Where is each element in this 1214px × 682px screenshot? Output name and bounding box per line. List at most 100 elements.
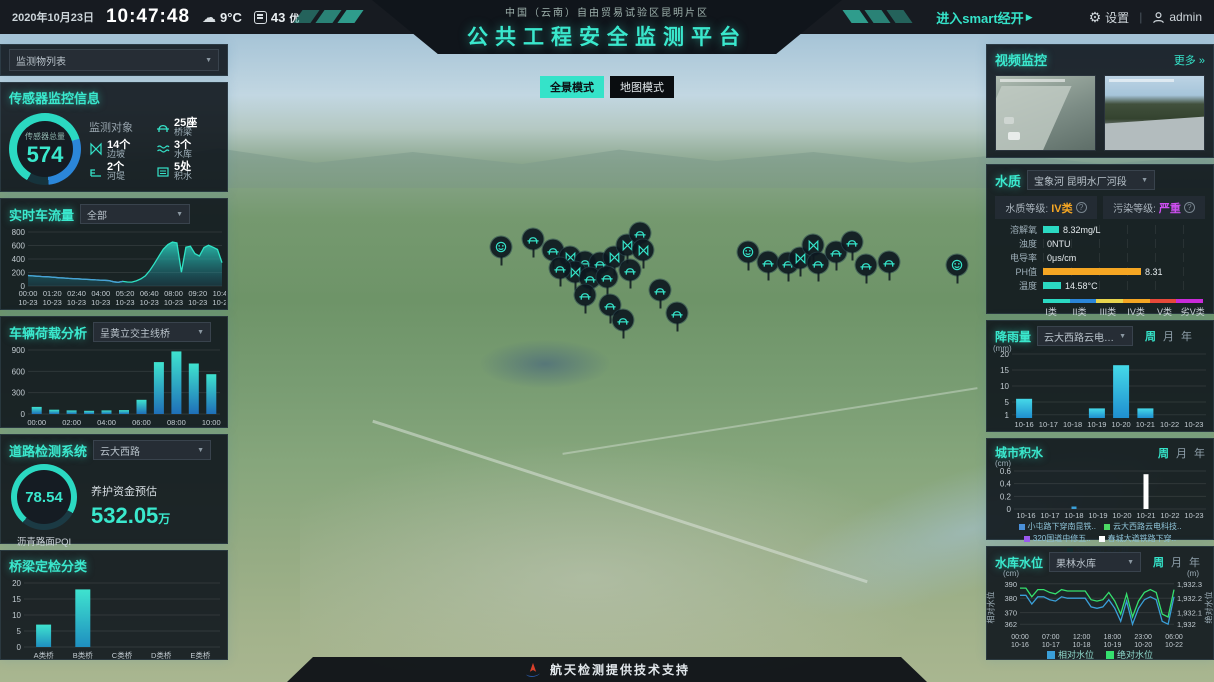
water-metric-rows: 溶解氧 8.32mg/L浊度 0NTU电导率 0μs/cmPH值 8.31温度 …	[987, 223, 1213, 292]
svg-text:20: 20	[12, 579, 21, 588]
reservoir-icon	[156, 142, 170, 156]
map-marker-bridge[interactable]	[523, 229, 544, 250]
map-marker-bridge[interactable]	[842, 232, 863, 253]
budget-label: 养护资金预估	[91, 483, 170, 499]
bridge-icon	[604, 299, 617, 312]
status-face-icon	[951, 259, 964, 272]
traffic-filter-dropdown[interactable]: 全部 ▼	[80, 204, 190, 224]
svg-text:E类桥: E类桥	[190, 650, 211, 660]
map-marker-bridge[interactable]	[879, 252, 900, 273]
map-marker-bridge[interactable]	[758, 252, 779, 273]
reservoir-tab-1[interactable]: 月	[1171, 554, 1182, 570]
svg-text:10-18: 10-18	[1073, 642, 1091, 648]
svg-text:08:00: 08:00	[164, 289, 183, 298]
panel-title: 桥梁定检分类	[9, 556, 87, 575]
svg-text:10-23: 10-23	[43, 298, 62, 307]
view-mode-switch: 全景模式 地图模式	[540, 76, 674, 98]
bridge-icon	[601, 271, 614, 284]
svg-text:10-21: 10-21	[1136, 420, 1155, 429]
water-metric-row: 溶解氧 8.32mg/L	[995, 223, 1205, 236]
map-marker-bridge[interactable]	[856, 255, 877, 276]
svg-text:18:00: 18:00	[1104, 634, 1122, 641]
clock: 10:47:48	[106, 6, 190, 28]
settings-button[interactable]: ⚙ 设置	[1089, 9, 1130, 26]
sensor-total-donut: 传感器总量 574	[9, 113, 81, 185]
panel-title: 道路检测系统	[9, 441, 87, 460]
reservoir-tab-2[interactable]: 年	[1189, 554, 1200, 570]
svg-text:5: 5	[17, 627, 22, 636]
monitored-object-item: 5处积水	[156, 162, 219, 181]
info-icon[interactable]: ?	[1076, 202, 1087, 213]
reservoir-dropdown[interactable]: 果林水库 ▼	[1049, 552, 1141, 572]
platform-title: 公共工程安全监测平台	[467, 21, 747, 51]
reservoir-line-chart: 3901,932.33801,932.23701,932.13621,93200…	[987, 574, 1213, 648]
monitor-list-dropdown[interactable]: 监测物列表 ▼	[9, 49, 219, 71]
chevron-down-icon: ▼	[1127, 559, 1134, 566]
rain-period-tabs: 周月年	[1145, 328, 1192, 344]
road-dropdown[interactable]: 云大西路 ▼	[93, 440, 211, 460]
divider: |	[1139, 10, 1142, 24]
water-source-dropdown[interactable]: 宝象河 昆明水厂河段 ▼	[1027, 170, 1155, 190]
rain-tab-0[interactable]: 周	[1145, 328, 1156, 344]
waterlog-tab-2[interactable]: 年	[1194, 445, 1205, 461]
lake	[480, 340, 610, 388]
svg-text:00:00: 00:00	[1011, 634, 1029, 641]
map-marker-bridge[interactable]	[550, 258, 571, 279]
map-mode-button[interactable]: 地图模式	[610, 76, 674, 98]
svg-text:0.2: 0.2	[1000, 492, 1012, 501]
video-monitor-panel: 视频监控 更多 »	[986, 44, 1214, 158]
waterlog-tab-0[interactable]: 周	[1158, 445, 1169, 461]
map-marker-bridge[interactable]	[650, 280, 671, 301]
map-marker-bridge[interactable]	[620, 260, 641, 281]
svg-text:12:00: 12:00	[1073, 634, 1091, 641]
svg-text:1,932.2: 1,932.2	[1177, 594, 1202, 603]
water-metric-row: PH值 8.31	[995, 265, 1205, 278]
map-marker-face[interactable]	[947, 255, 968, 276]
map-marker-bridge[interactable]	[613, 310, 634, 331]
enter-smart-link[interactable]: 进入smart经开 ▶	[936, 8, 1032, 27]
svg-text:10-23: 10-23	[188, 298, 207, 307]
rain-station-dropdown[interactable]: 云大西路云电科技 ▼	[1037, 326, 1133, 346]
svg-text:800: 800	[12, 228, 26, 237]
svg-text:1: 1	[1005, 411, 1010, 420]
monitor-list-label: 监测物列表	[16, 53, 66, 68]
rain-tab-1[interactable]: 月	[1163, 328, 1174, 344]
video-thumbnail-hillside[interactable]	[1104, 75, 1205, 151]
bridge-icon	[654, 284, 667, 297]
svg-text:23:00: 23:00	[1134, 634, 1152, 641]
panel-title: 水质	[995, 171, 1021, 190]
map-marker-face[interactable]	[738, 242, 759, 263]
video-thumbnail-road[interactable]	[995, 75, 1096, 151]
map-marker-bridge[interactable]	[575, 285, 596, 306]
tech-support-label: 航天检测提供技术支持	[550, 661, 690, 678]
slope-icon	[637, 244, 649, 256]
map-marker-slope[interactable]	[633, 240, 654, 261]
load-bridge-dropdown[interactable]: 呈黄立交主线桥 ▼	[93, 322, 211, 342]
panel-title: 车辆荷载分析	[9, 323, 87, 342]
map-marker-bridge[interactable]	[667, 303, 688, 324]
user-menu[interactable]: admin	[1152, 10, 1202, 24]
map-marker-bridge[interactable]	[597, 267, 618, 288]
load-bridge-value: 呈黄立交主线桥	[100, 325, 170, 340]
bridge-class-bar-chart: 05101520A类桥B类桥C类桥D类桥E类桥	[1, 577, 227, 661]
svg-text:10-19: 10-19	[1088, 511, 1107, 520]
waterlog-tab-1[interactable]: 月	[1176, 445, 1187, 461]
bridge-inspection-panel: 桥梁定检分类 05101520A类桥B类桥C类桥D类桥E类桥	[0, 550, 228, 660]
bridge-icon	[527, 233, 540, 246]
rain-tab-2[interactable]: 年	[1181, 328, 1192, 344]
bridge-icon	[762, 256, 775, 269]
water-grade-badge: 水质等级: IV类 ?	[995, 196, 1097, 219]
reservoir-tab-0[interactable]: 周	[1153, 554, 1164, 570]
chevron-down-icon: ▼	[197, 329, 204, 336]
svg-text:10-20: 10-20	[1112, 511, 1131, 520]
panorama-mode-button[interactable]: 全景模式	[540, 76, 604, 98]
svg-text:10-16: 10-16	[1016, 511, 1035, 520]
svg-text:10:00: 10:00	[202, 418, 221, 427]
more-link[interactable]: 更多 »	[1174, 52, 1205, 68]
reservoir-value: 果林水库	[1056, 555, 1096, 570]
info-icon[interactable]: ?	[1184, 202, 1195, 213]
map-marker-face[interactable]	[491, 237, 512, 258]
waterlogging-panel: 城市积水 周月年 00.20.40.610-1610-1710-1810-191…	[986, 438, 1214, 540]
waterlog-period-tabs: 周月年	[1158, 445, 1205, 461]
svg-text:10-23: 10-23	[1184, 420, 1203, 429]
